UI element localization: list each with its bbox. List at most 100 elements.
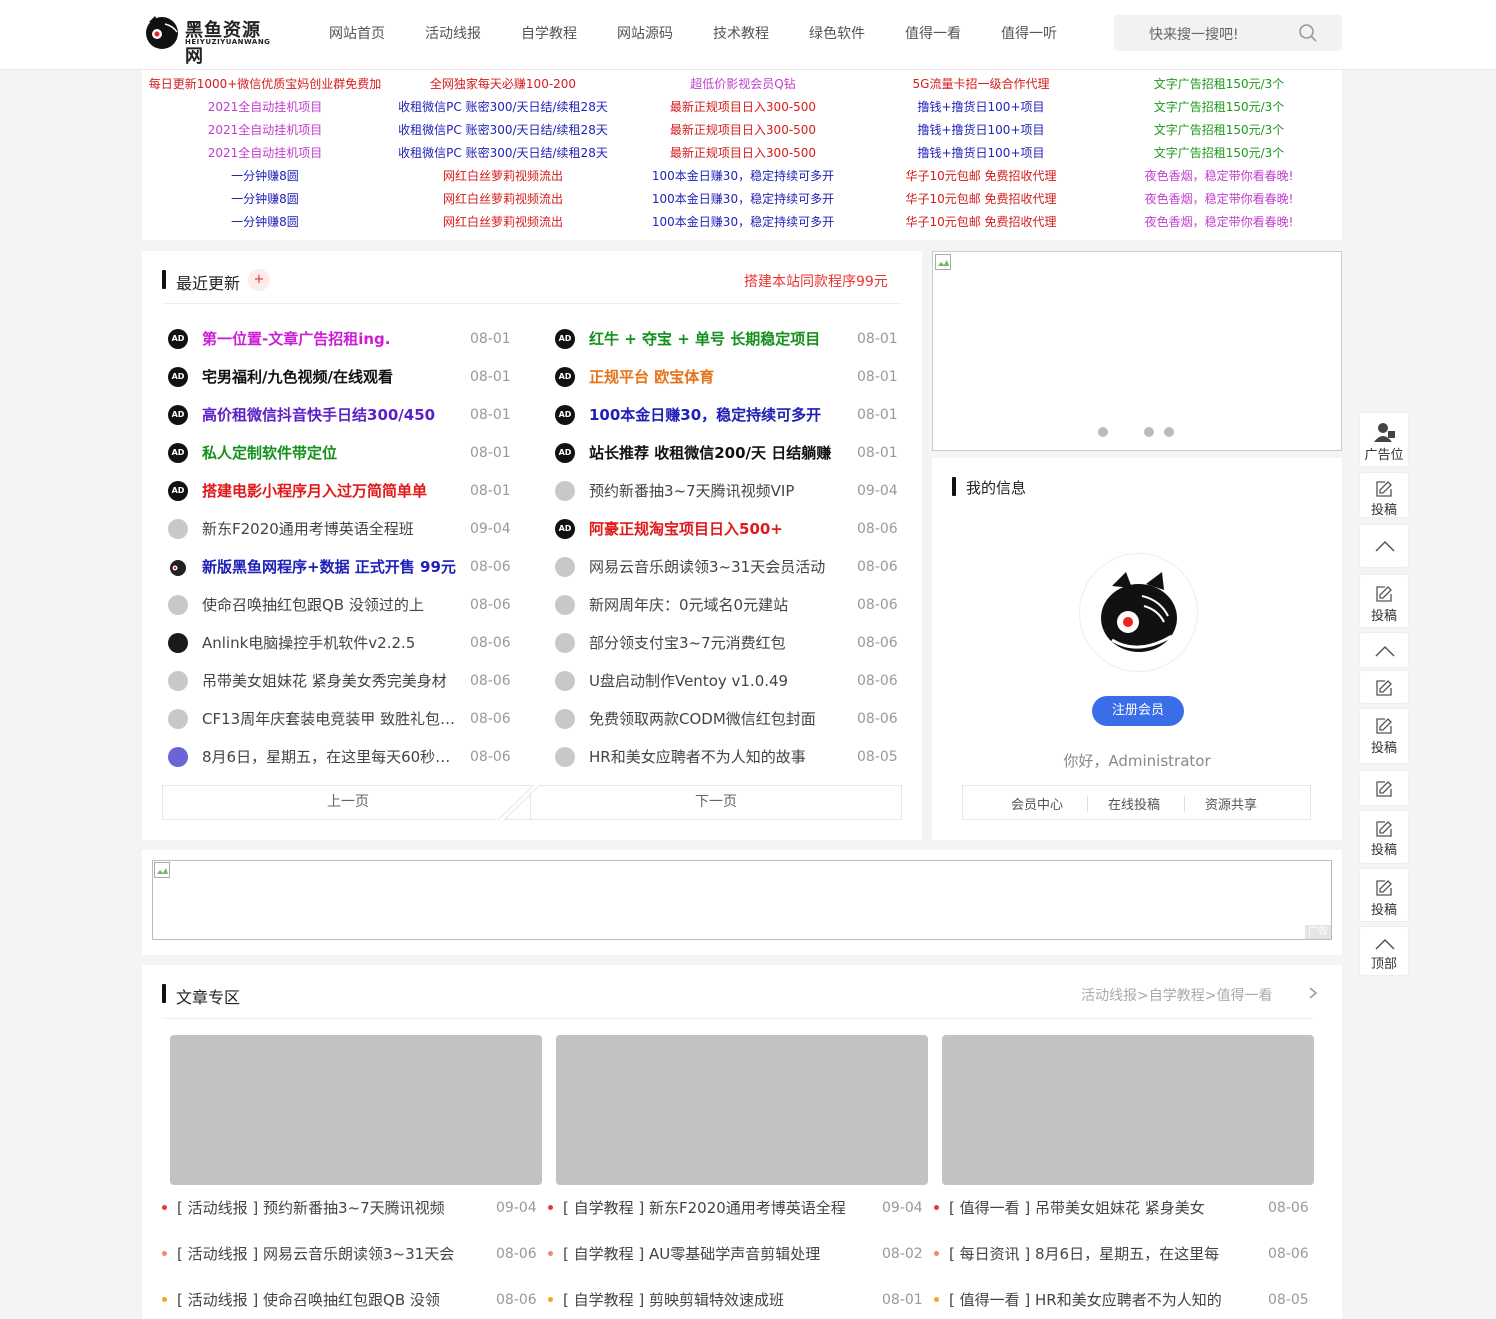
prev-page-button[interactable]: 上一页 xyxy=(162,785,534,820)
nav-source[interactable]: 网站源码 xyxy=(617,23,673,43)
article-thumbnail[interactable] xyxy=(942,1035,1314,1185)
sidebar-scroll-up-button[interactable] xyxy=(1359,524,1409,568)
text-ad-link[interactable]: 每日更新1000+微信优质宝妈创业群免费加 xyxy=(145,73,385,96)
text-ad-link[interactable]: 网红白丝萝莉视频流出 xyxy=(383,211,623,234)
banner-ad[interactable]: 广告 xyxy=(152,860,1332,940)
text-ad-link[interactable]: 5G流量卡招一级合作代理 xyxy=(861,73,1101,96)
article-title[interactable]: [ 活动线报 ] 网易云音乐朗读领3~31天会 xyxy=(177,1243,467,1265)
list-item[interactable]: 新东F2020通用考博英语全程班 09-04 xyxy=(168,510,513,548)
sidebar-submit-button[interactable]: 投稿 xyxy=(1359,574,1409,628)
nav-worth-listen[interactable]: 值得一听 xyxy=(1001,23,1057,43)
text-ad-link[interactable]: 全网独家每天必赚100-200 xyxy=(383,73,623,96)
nav-tech[interactable]: 技术教程 xyxy=(713,23,769,43)
text-ad-link[interactable]: 超低价影视会员Q钻 xyxy=(623,73,863,96)
list-item-title[interactable]: 8月6日，星期五，在这里每天60秒读懂世界！ xyxy=(202,747,457,767)
nav-worth-watch[interactable]: 值得一看 xyxy=(905,23,961,43)
text-ad-link[interactable]: 文字广告招租150元/3个 xyxy=(1099,96,1339,119)
list-item-title[interactable]: 红牛 + 夺宝 + 单号 长期稳定项目 xyxy=(589,329,844,349)
nav-software[interactable]: 绿色软件 xyxy=(809,23,865,43)
list-item[interactable]: AD 第一位置-文章广告招租ing. 08-01 xyxy=(168,320,513,358)
next-page-button[interactable]: 下一页 xyxy=(530,785,902,820)
text-ad-link[interactable]: 网红白丝萝莉视频流出 xyxy=(383,188,623,211)
list-item[interactable]: AD 宅男福利/九色视频/在线观看 08-01 xyxy=(168,358,513,396)
list-item-title[interactable]: 高价租微信抖音快手日结300/450 xyxy=(202,405,457,425)
slider-dot[interactable] xyxy=(1144,427,1154,437)
text-ad-link[interactable]: 收租微信PC 账密300/天日结/续租28天 xyxy=(383,142,623,165)
text-ad-link[interactable]: 网红白丝萝莉视频流出 xyxy=(383,165,623,188)
sidebar-submit-button[interactable]: 投稿 xyxy=(1359,868,1409,922)
list-item[interactable]: 吊带美女姐妹花 紧身美女秀完美身材 08-06 xyxy=(168,662,513,700)
list-item-title[interactable]: U盘启动制作Ventoy v1.0.49 xyxy=(589,671,844,691)
text-ad-link[interactable]: 夜色香烟，稳定带你看春晚! xyxy=(1099,188,1339,211)
list-item-title[interactable]: 100本金日赚30，稳定持续可多开 xyxy=(589,405,844,425)
online-submit-link[interactable]: 在线投稿 xyxy=(1108,794,1160,813)
nav-home[interactable]: 网站首页 xyxy=(329,23,385,43)
text-ad-link[interactable]: 最新正规项目日入300-500 xyxy=(623,96,863,119)
article-title[interactable]: [ 活动线报 ] 使命召唤抽红包跟QB 没领 xyxy=(177,1289,467,1311)
text-ad-link[interactable]: 华子10元包邮 免费招收代理 xyxy=(861,188,1101,211)
article-title[interactable]: [ 值得一看 ] 吊带美女姐妹花 紧身美女 xyxy=(949,1197,1239,1219)
list-item[interactable]: 使命召唤抽红包跟QB 没领过的上 08-06 xyxy=(168,586,513,624)
list-item[interactable]: CF13周年庆套装电竞装甲 致胜礼包免费领 08-06 xyxy=(168,700,513,738)
article-item[interactable]: [ 自学教程 ] 剪映剪辑特效速成班 08-01 xyxy=(548,1289,928,1311)
list-item-title[interactable]: 新网周年庆：0元域名0元建站 xyxy=(589,595,844,615)
text-ad-link[interactable]: 撸钱+撸货日100+项目 xyxy=(861,96,1101,119)
list-item-title[interactable]: 宅男福利/九色视频/在线观看 xyxy=(202,367,457,387)
text-ad-link[interactable]: 夜色香烟，稳定带你看春晚! xyxy=(1099,211,1339,234)
list-item-title[interactable]: 吊带美女姐妹花 紧身美女秀完美身材 xyxy=(202,671,457,691)
list-item[interactable]: AD 阿豪正规淘宝项目日入500+ 08-06 xyxy=(555,510,900,548)
text-ad-link[interactable]: 100本金日赚30，稳定持续可多开 xyxy=(623,165,863,188)
promo-link[interactable]: 搭建本站同款程序99元 xyxy=(744,271,888,291)
list-item-title[interactable]: 私人定制软件带定位 xyxy=(202,443,457,463)
list-item-title[interactable]: 新东F2020通用考博英语全程班 xyxy=(202,519,457,539)
text-ad-link[interactable]: 华子10元包邮 免费招收代理 xyxy=(861,165,1101,188)
slider-dot-active[interactable] xyxy=(1118,427,1132,437)
article-title[interactable]: [ 自学教程 ] 剪映剪辑特效速成班 xyxy=(563,1289,853,1311)
list-item[interactable]: Anlink电脑操控手机软件v2.2.5 08-06 xyxy=(168,624,513,662)
text-ad-link[interactable]: 一分钟赚8圆 xyxy=(145,211,385,234)
list-item[interactable]: AD 正规平台 欧宝体育 08-01 xyxy=(555,358,900,396)
text-ad-link[interactable]: 最新正规项目日入300-500 xyxy=(623,142,863,165)
text-ad-link[interactable]: 2021全自动挂机项目 xyxy=(145,119,385,142)
article-title[interactable]: [ 自学教程 ] AU零基础学声音剪辑处理 xyxy=(563,1243,853,1265)
chevron-right-icon[interactable] xyxy=(1308,987,1318,999)
nav-activity[interactable]: 活动线报 xyxy=(425,23,481,43)
list-item-title[interactable]: 预约新番抽3~7天腾讯视频VIP xyxy=(589,481,844,501)
list-item[interactable]: AD 私人定制软件带定位 08-01 xyxy=(168,434,513,472)
article-item[interactable]: [ 活动线报 ] 网易云音乐朗读领3~31天会 08-06 xyxy=(162,1243,542,1265)
list-item-title[interactable]: 使命召唤抽红包跟QB 没领过的上 xyxy=(202,595,457,615)
list-item-title[interactable]: 站长推荐 收租微信200/天 日结躺赚 xyxy=(589,443,844,463)
list-item[interactable]: AD 100本金日赚30，稳定持续可多开 08-01 xyxy=(555,396,900,434)
list-item[interactable]: AD 红牛 + 夺宝 + 单号 长期稳定项目 08-01 xyxy=(555,320,900,358)
register-button[interactable]: 注册会员 xyxy=(1092,696,1184,726)
avatar[interactable] xyxy=(1079,553,1198,672)
search-input[interactable]: 快来搜一搜吧! xyxy=(1114,15,1342,51)
nav-tutorial[interactable]: 自学教程 xyxy=(521,23,577,43)
text-ad-link[interactable]: 收租微信PC 账密300/天日结/续租28天 xyxy=(383,96,623,119)
list-item[interactable]: 部分领支付宝3~7元消费红包 08-06 xyxy=(555,624,900,662)
text-ad-link[interactable]: 最新正规项目日入300-500 xyxy=(623,119,863,142)
text-ad-link[interactable]: 文字广告招租150元/3个 xyxy=(1099,119,1339,142)
article-item[interactable]: [ 自学教程 ] AU零基础学声音剪辑处理 08-02 xyxy=(548,1243,928,1265)
list-item-title[interactable]: Anlink电脑操控手机软件v2.2.5 xyxy=(202,633,457,653)
list-item-title[interactable]: 阿豪正规淘宝项目日入500+ xyxy=(589,519,844,539)
text-ad-link[interactable]: 华子10元包邮 免费招收代理 xyxy=(861,211,1101,234)
slider-dot[interactable] xyxy=(1164,427,1174,437)
member-center-link[interactable]: 会员中心 xyxy=(1011,794,1063,813)
list-item[interactable]: U盘启动制作Ventoy v1.0.49 08-06 xyxy=(555,662,900,700)
sidebar-submit-button[interactable]: 投稿 xyxy=(1359,708,1409,764)
category-breadcrumb[interactable]: 活动线报>自学教程>值得一看 xyxy=(1081,985,1272,1005)
article-title[interactable]: [ 值得一看 ] HR和美女应聘者不为人知的 xyxy=(949,1289,1239,1311)
article-title[interactable]: [ 每日资讯 ] 8月6日，星期五，在这里每 xyxy=(949,1243,1239,1265)
article-item[interactable]: [ 值得一看 ] 吊带美女姐妹花 紧身美女 08-06 xyxy=(934,1197,1314,1219)
list-item-title[interactable]: 第一位置-文章广告招租ing. xyxy=(202,329,457,349)
more-plus-button[interactable]: + xyxy=(248,269,270,291)
text-ad-link[interactable]: 100本金日赚30，稳定持续可多开 xyxy=(623,188,863,211)
list-item-title[interactable]: 免费领取两款CODM微信红包封面 xyxy=(589,709,844,729)
list-item[interactable]: AD 站长推荐 收租微信200/天 日结躺赚 08-01 xyxy=(555,434,900,472)
search-icon[interactable] xyxy=(1298,23,1318,43)
text-ad-link[interactable]: 文字广告招租150元/3个 xyxy=(1099,73,1339,96)
text-ad-link[interactable]: 收租微信PC 账密300/天日结/续租28天 xyxy=(383,119,623,142)
text-ad-link[interactable]: 100本金日赚30，稳定持续可多开 xyxy=(623,211,863,234)
sidebar-ad-position-button[interactable]: 广告位 xyxy=(1359,412,1409,467)
